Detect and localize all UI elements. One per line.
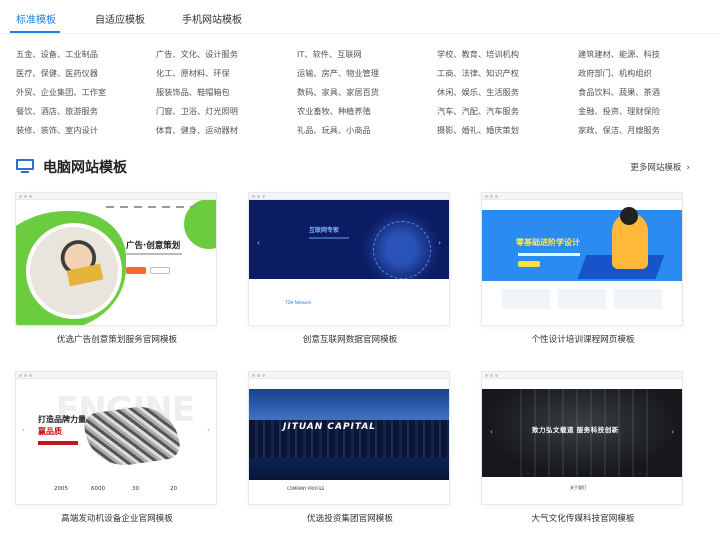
category-row: 五金、设备、工业制品 广告、文化、设计服务 IT、软件、互联网 学校、教育、培训… — [16, 48, 696, 67]
monitor-icon — [16, 159, 34, 174]
stat-value: 2005 — [54, 486, 68, 492]
thumb-stats: 2005 6000 30 20 — [16, 480, 216, 504]
tab-mobile-templates[interactable]: 手机网站模板 — [182, 11, 242, 26]
category-link[interactable]: 休闲、娱乐、生活服务 — [437, 86, 519, 98]
template-type-tabs: 标准模板 自适应模板 手机网站模板 — [0, 0, 720, 34]
category-link[interactable]: 金融、投资、理财保险 — [578, 105, 660, 117]
template-card[interactable]: 致力弘文载道 服务科技创新 ‹ › 关于我们 大气文化传媒科技官网模板 — [482, 372, 684, 524]
chevron-right-icon: › — [686, 163, 690, 173]
template-name[interactable]: 优选广告创意策划服务官网模板 — [16, 333, 218, 345]
category-link[interactable]: 运输、房产、物业管理 — [297, 67, 379, 79]
thumb-footer: TDH Network — [285, 300, 312, 305]
thumb-footer: 关于我们 — [570, 485, 586, 490]
category-link[interactable]: 建筑建材、能源、科技 — [578, 48, 660, 60]
category-link[interactable]: 装修、装饰、室内设计 — [16, 124, 98, 136]
category-row: 医疗、保健、医药仪器 化工、原材料、环保 运输、房产、物业管理 工商、法律、知识… — [16, 67, 696, 86]
category-link[interactable]: 医疗、保健、医药仪器 — [16, 67, 98, 79]
category-link[interactable]: 政府部门、机构组织 — [578, 67, 652, 79]
stat-value: 30 — [132, 486, 139, 492]
more-templates-label: 更多网站模板 — [630, 163, 682, 173]
industry-category-grid: 五金、设备、工业制品 广告、文化、设计服务 IT、软件、互联网 学校、教育、培训… — [16, 48, 696, 143]
category-link[interactable]: 汽车、汽配、汽车服务 — [437, 105, 519, 117]
carousel-next-icon[interactable]: › — [671, 428, 674, 436]
category-link[interactable]: 化工、原材料、环保 — [156, 67, 230, 79]
template-card[interactable]: JITUAN CAPITAL COMPANY PROFILE 优选投资集团官网模… — [249, 372, 451, 524]
stat-value: 6000 — [91, 486, 105, 492]
template-name[interactable]: 创意互联网数据官网模板 — [249, 333, 451, 345]
category-link[interactable]: 门窗、卫浴、灯光照明 — [156, 105, 238, 117]
template-card[interactable]: 互联网专家 ‹ › TDH Network 创意互联网数据官网模板 — [249, 193, 451, 345]
template-thumbnail[interactable]: JITUAN CAPITAL COMPANY PROFILE — [249, 372, 449, 504]
tab-standard-templates[interactable]: 标准模板 — [16, 11, 56, 26]
thumb-headline: JITUAN CAPITAL — [283, 422, 377, 432]
template-card[interactable]: 广告·创意策划 优选广告创意策划服务官网模板 — [16, 193, 218, 345]
template-thumbnail[interactable]: 致力弘文载道 服务科技创新 ‹ › 关于我们 — [482, 372, 682, 504]
thumb-headline: 打造品牌力量 — [38, 415, 86, 424]
category-link[interactable]: 餐饮、酒店、旅游服务 — [16, 105, 98, 117]
template-thumbnail[interactable]: 广告·创意策划 — [16, 193, 216, 325]
thumb-headline: 赢品质 — [38, 427, 62, 436]
category-link[interactable]: 摄影、婚礼、婚庆策划 — [437, 124, 519, 136]
category-row: 外贸、企业集团、工作室 服装饰品、鞋帽箱包 数码、家具、家居百货 休闲、娱乐、生… — [16, 86, 696, 105]
category-link[interactable]: 外贸、企业集团、工作室 — [16, 86, 106, 98]
section-title: 电脑网站模板 — [43, 160, 127, 176]
category-link[interactable]: 工商、法律、知识产权 — [437, 67, 519, 79]
category-link[interactable]: 体育、健身、运动器材 — [156, 124, 238, 136]
template-card[interactable]: ENGINE 打造品牌力量 赢品质 2005 6000 30 20 ‹ › 高端… — [16, 372, 218, 524]
category-link[interactable]: 服装饰品、鞋帽箱包 — [156, 86, 230, 98]
globe-graphic — [361, 209, 441, 289]
thumb-headline: 零基础进阶学设计 — [516, 238, 580, 247]
carousel-prev-icon[interactable]: ‹ — [22, 426, 25, 434]
thumb-headline: 互联网专家 — [309, 227, 340, 234]
category-link[interactable]: 学校、教育、培训机构 — [437, 48, 519, 60]
category-link[interactable]: 礼品、玩具、小商品 — [297, 124, 371, 136]
template-thumbnail[interactable]: 互联网专家 ‹ › TDH Network — [249, 193, 449, 325]
category-link[interactable]: 家政、保洁、月嫂服务 — [578, 124, 660, 136]
template-name[interactable]: 优选投资集团官网模板 — [249, 512, 451, 524]
carousel-next-icon[interactable]: › — [207, 426, 210, 434]
category-link[interactable]: 广告、文化、设计服务 — [156, 48, 238, 60]
template-name[interactable]: 高端发动机设备企业官网模板 — [16, 512, 218, 524]
stat-value: 20 — [170, 486, 177, 492]
carousel-prev-icon[interactable]: ‹ — [257, 239, 260, 247]
template-card[interactable]: 零基础进阶学设计 个性设计培训课程网页模板 — [482, 193, 684, 345]
active-tab-indicator — [10, 31, 60, 33]
category-link[interactable]: 农业畜牧、种植养殖 — [297, 105, 371, 117]
template-name[interactable]: 大气文化传媒科技官网模板 — [482, 512, 684, 524]
template-name[interactable]: 个性设计培训课程网页模板 — [482, 333, 684, 345]
thumb-headline: 广告·创意策划 — [126, 241, 181, 251]
template-thumbnail[interactable]: ENGINE 打造品牌力量 赢品质 2005 6000 30 20 ‹ › — [16, 372, 216, 504]
pc-templates-header: 电脑网站模板 更多网站模板 › — [16, 156, 696, 178]
thumb-headline: 致力弘文载道 服务科技创新 — [532, 426, 619, 434]
category-link[interactable]: 食品饮料、蔬果、茶酒 — [578, 86, 660, 98]
thumb-footer: COMPANY PROFILE — [287, 486, 325, 491]
category-link[interactable]: 数码、家具、家居百货 — [297, 86, 379, 98]
tab-responsive-templates[interactable]: 自适应模板 — [95, 11, 145, 26]
category-row: 装修、装饰、室内设计 体育、健身、运动器材 礼品、玩具、小商品 摄影、婚礼、婚庆… — [16, 124, 696, 143]
category-row: 餐饮、酒店、旅游服务 门窗、卫浴、灯光照明 农业畜牧、种植养殖 汽车、汽配、汽车… — [16, 105, 696, 124]
category-link[interactable]: IT、软件、互联网 — [297, 48, 362, 60]
template-thumbnail[interactable]: 零基础进阶学设计 — [482, 193, 682, 325]
carousel-next-icon[interactable]: › — [438, 239, 441, 247]
carousel-prev-icon[interactable]: ‹ — [490, 428, 493, 436]
more-templates-link[interactable]: 更多网站模板 › — [630, 161, 690, 173]
category-link[interactable]: 五金、设备、工业制品 — [16, 48, 98, 60]
